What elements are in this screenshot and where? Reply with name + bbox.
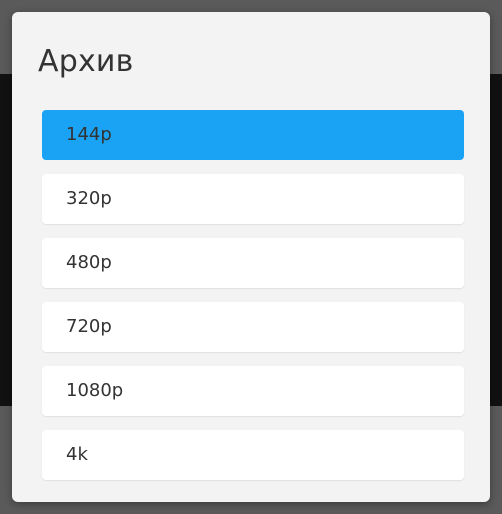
quality-option-label: 320p <box>66 188 112 209</box>
quality-option-320p[interactable]: 320p <box>42 174 464 224</box>
quality-option-label: 1080p <box>66 380 124 401</box>
quality-option-720p[interactable]: 720p <box>42 302 464 352</box>
dialog-title: Архив <box>38 44 134 79</box>
quality-option-label: 144p <box>66 124 112 145</box>
quality-option-1080p[interactable]: 1080p <box>42 366 464 416</box>
quality-option-list: 144p 320p 480p 720p 1080p 4k <box>42 110 464 494</box>
quality-option-label: 720p <box>66 316 112 337</box>
quality-option-4k[interactable]: 4k <box>42 430 464 480</box>
quality-option-label: 4k <box>66 444 88 465</box>
quality-option-label: 480p <box>66 252 112 273</box>
quality-option-144p[interactable]: 144p <box>42 110 464 160</box>
quality-dialog: Архив 144p 320p 480p 720p 1080p 4k <box>12 12 490 502</box>
quality-option-480p[interactable]: 480p <box>42 238 464 288</box>
